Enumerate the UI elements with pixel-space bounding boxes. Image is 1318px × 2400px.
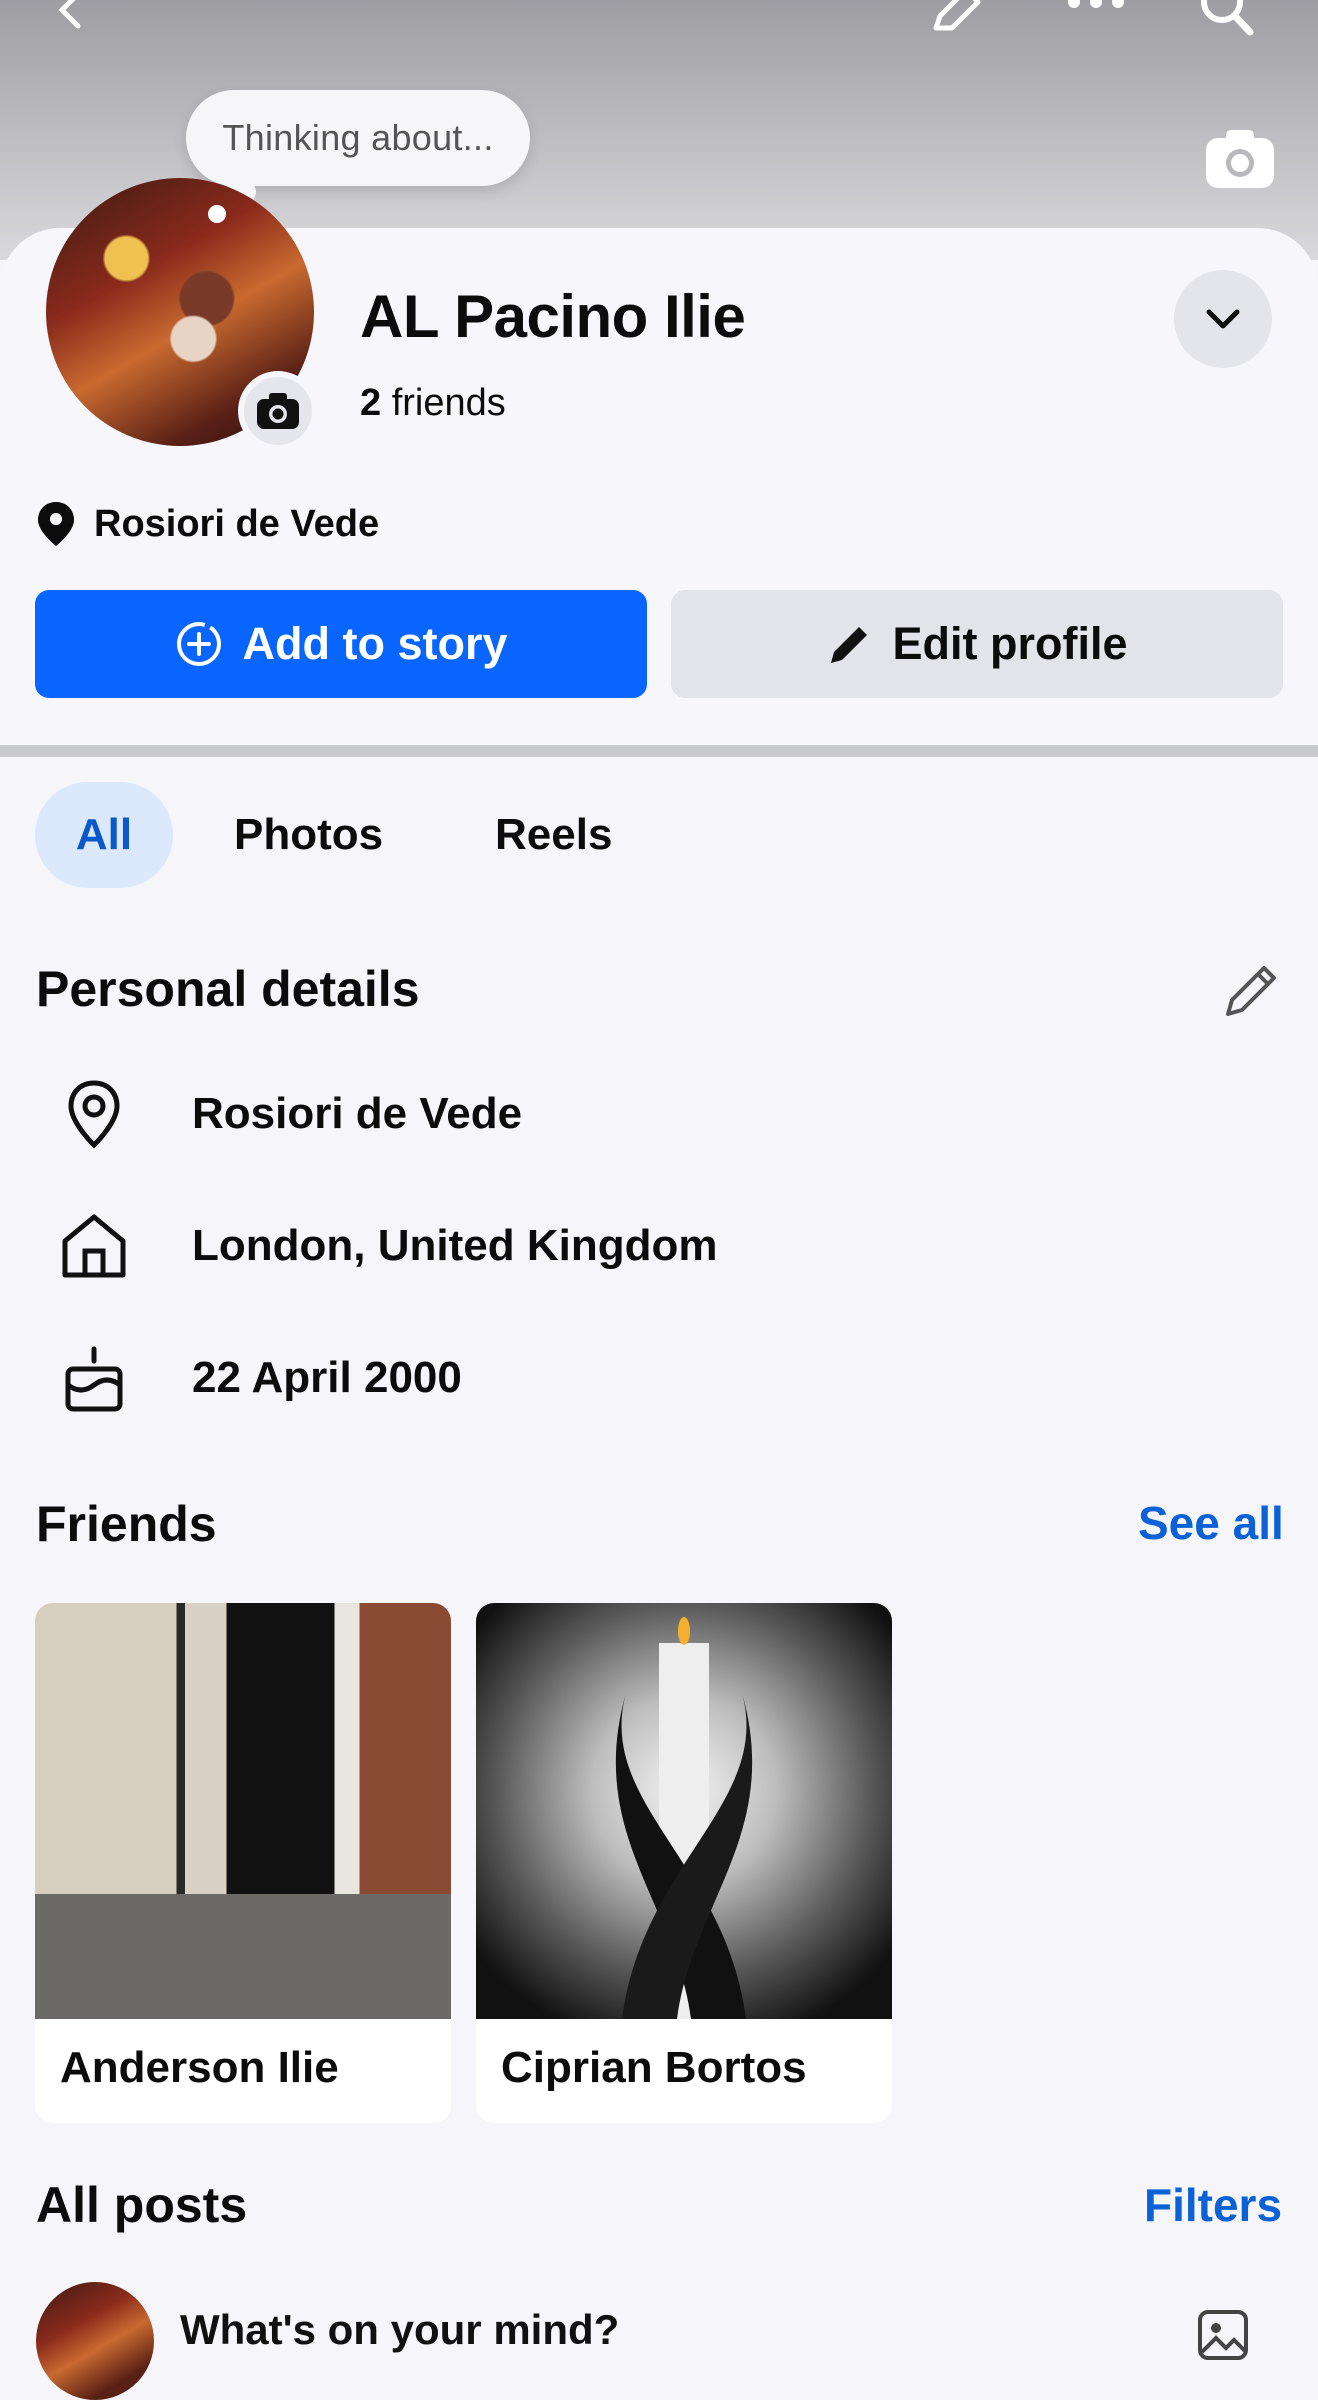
cover-camera-icon[interactable] [1204,126,1276,195]
camera-icon [257,393,299,429]
profile-name: AL Pacino Ilie [360,283,746,350]
chevron-down-icon [1206,309,1240,329]
friend-card[interactable]: Ciprian Bortos [476,1603,892,2123]
filters-link[interactable]: Filters [1144,2178,1282,2232]
pencil-icon [830,627,867,663]
thinking-bubble[interactable]: Thinking about... [186,90,530,186]
bubble-dot [208,205,226,223]
friends-count: 2 [360,382,382,424]
photo-icon[interactable] [1196,2308,1250,2367]
birthday-cake-icon [58,1342,130,1414]
composer-avatar[interactable] [36,2282,154,2400]
tab-reels[interactable]: Reels [495,782,612,888]
detail-birthday-row: 22 April 2000 [0,1328,1318,1428]
friend-card[interactable]: Anderson Ilie [35,1603,451,2123]
friends-count-text[interactable]: 2 friends [360,382,506,425]
tab-photos[interactable]: Photos [234,782,383,888]
friend-photo [35,1603,451,2019]
profile-location: Rosiori de Vede [36,500,379,548]
friends-section-title: Friends [36,1496,217,1552]
all-posts-title: All posts [36,2177,248,2233]
detail-location-text: Rosiori de Vede [192,1089,523,1138]
profile-dropdown-button[interactable] [1174,270,1272,368]
composer-input[interactable]: What's on your mind? [180,2306,619,2354]
more-icon[interactable] [1066,0,1126,19]
edit-details-icon[interactable] [1222,962,1280,1025]
detail-home-row: London, United Kingdom [0,1196,1318,1296]
location-text: Rosiori de Vede [94,502,380,545]
add-to-story-label: Add to story [242,618,508,669]
edit-profile-button[interactable]: Edit profile [671,590,1283,698]
location-pin-icon [38,502,74,546]
friend-name: Anderson Ilie [60,2043,339,2092]
home-icon [58,1210,130,1282]
detail-birthday-text: 22 April 2000 [192,1353,462,1402]
tab-all[interactable]: All [35,782,173,888]
detail-location-row: Rosiori de Vede [0,1064,1318,1164]
friend-photo [476,1603,892,2019]
add-to-story-button[interactable]: Add to story [35,590,647,698]
detail-home-text: London, United Kingdom [192,1221,718,1270]
avatar-camera-button[interactable] [238,371,318,451]
edit-profile-label: Edit profile [892,618,1128,669]
friends-label: friends [391,382,506,424]
search-icon[interactable] [1196,0,1260,41]
location-pin-icon [58,1078,130,1150]
add-circle-icon [176,622,221,666]
see-all-friends-link[interactable]: See all [1138,1496,1284,1550]
back-icon[interactable] [50,0,90,35]
friend-name: Ciprian Bortos [501,2043,807,2092]
personal-details-title: Personal details [36,961,420,1017]
section-divider [0,745,1318,757]
pencil-icon[interactable] [930,0,990,39]
black-ribbon-candle-image [615,1617,753,2019]
